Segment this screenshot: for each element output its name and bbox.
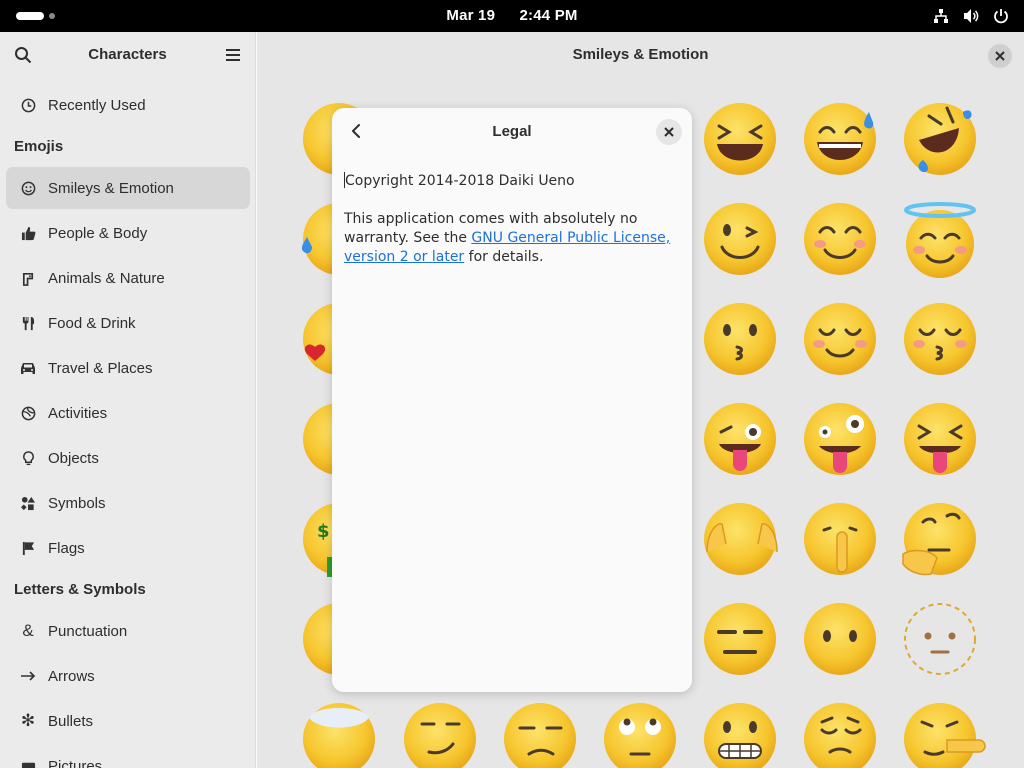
sidebar: Characters Recently Used Emojis Smileys … xyxy=(0,32,256,768)
svg-text:$: $ xyxy=(317,521,330,542)
sidebar-item-label: Punctuation xyxy=(48,622,128,640)
dialog-close-button[interactable] xyxy=(656,119,682,145)
thumbs-up-icon xyxy=(20,225,36,241)
legal-text[interactable]: Copyright 2014-2018 Daiki Ueno This appl… xyxy=(344,172,680,286)
copyright-text: Copyright 2014-2018 Daiki Ueno xyxy=(345,173,575,189)
sidebar-item-label: Pictures xyxy=(48,757,103,768)
car-icon xyxy=(20,360,36,376)
bullet-icon: ✻ xyxy=(20,711,36,730)
sidebar-item-label: People & Body xyxy=(48,224,148,242)
sidebar-item-label: Smileys & Emotion xyxy=(48,179,174,197)
emoji-halo[interactable] xyxy=(904,202,976,278)
activities-icon xyxy=(20,405,36,421)
sidebar-item-label: Travel & Places xyxy=(48,359,153,377)
emoji-smirking[interactable] xyxy=(404,703,476,768)
sidebar-item-label: Bullets xyxy=(48,712,94,730)
sidebar-item-animals-nature[interactable]: Animals & Nature xyxy=(6,257,250,299)
section-emojis: Emojis xyxy=(14,138,64,155)
emoji-grinning-sweat[interactable] xyxy=(804,103,876,175)
emoji-unamused[interactable] xyxy=(504,703,576,768)
sidebar-item-travel-places[interactable]: Travel & Places xyxy=(6,347,250,389)
warranty-suffix: for details. xyxy=(464,249,544,265)
emoji-winking-tongue[interactable] xyxy=(704,403,776,475)
sidebar-item-food-drink[interactable]: Food & Drink xyxy=(6,302,250,344)
sidebar-item-label: Food & Drink xyxy=(48,314,136,332)
emoji-thinking[interactable] xyxy=(902,503,976,576)
emoji-winking[interactable] xyxy=(704,203,776,275)
sidebar-item-flags[interactable]: Flags xyxy=(6,527,250,569)
emoji-zany[interactable] xyxy=(804,403,876,475)
sidebar-item-punctuation[interactable]: & Punctuation xyxy=(6,610,250,652)
hamburger-menu-icon[interactable] xyxy=(225,47,241,63)
power-icon[interactable] xyxy=(992,7,1010,25)
sidebar-header: Characters xyxy=(0,32,255,78)
emoji-smiling-face[interactable] xyxy=(804,303,876,375)
sidebar-item-label: Recently Used xyxy=(48,96,146,114)
emoji-exploding-partial[interactable] xyxy=(303,703,375,768)
emoji-squinting-tongue[interactable] xyxy=(904,403,976,475)
emoji-dotted-face[interactable] xyxy=(904,603,976,675)
arrow-icon xyxy=(20,668,36,684)
emoji-expressionless[interactable] xyxy=(704,603,776,675)
sidebar-item-arrows[interactable]: Arrows xyxy=(6,655,250,697)
dialog-title: Legal xyxy=(492,123,532,140)
ampersand-icon: & xyxy=(22,621,34,640)
legal-dialog: Legal Copyright 2014-2018 Daiki Ueno Thi… xyxy=(332,108,692,692)
emoji-lying[interactable] xyxy=(904,703,986,768)
sidebar-item-label: Flags xyxy=(48,539,85,557)
emoji-kissing-closed-eyes[interactable] xyxy=(904,303,976,375)
section-letters-symbols: Letters & Symbols xyxy=(14,581,146,598)
date-label: Mar 19 xyxy=(446,7,496,24)
emoji-eye-roll[interactable] xyxy=(604,703,676,768)
lightbulb-icon xyxy=(20,450,36,466)
sidebar-item-recently-used[interactable]: Recently Used xyxy=(6,84,250,126)
emoji-laughing-squint[interactable] xyxy=(704,103,776,175)
sidebar-item-bullets[interactable]: ✻ Bullets xyxy=(6,700,250,742)
emoji-no-mouth[interactable] xyxy=(804,603,876,675)
sidebar-item-label: Animals & Nature xyxy=(48,269,165,287)
sidebar-title: Characters xyxy=(88,46,167,63)
smiley-icon xyxy=(20,180,36,196)
emoji-relieved[interactable] xyxy=(804,703,876,768)
emoji-grimacing[interactable] xyxy=(704,703,776,768)
sidebar-item-label: Arrows xyxy=(48,667,95,685)
volume-icon[interactable] xyxy=(962,7,980,25)
system-tray[interactable] xyxy=(932,7,1010,25)
sidebar-item-label: Symbols xyxy=(48,494,106,512)
emoji-shushing[interactable] xyxy=(804,503,876,575)
symbols-icon xyxy=(20,495,36,511)
clock-icon xyxy=(20,97,36,113)
flag-icon xyxy=(20,540,36,556)
sidebar-item-objects[interactable]: Objects xyxy=(6,437,250,479)
top-bar: Mar 19 2:44 PM xyxy=(0,0,1024,32)
food-icon xyxy=(20,315,36,331)
emoji-kissing[interactable] xyxy=(704,303,776,375)
sidebar-item-smileys-emotion[interactable]: Smileys & Emotion xyxy=(6,167,250,209)
pictures-icon xyxy=(20,758,36,768)
sidebar-item-pictures[interactable]: Pictures xyxy=(6,745,250,768)
sidebar-item-people-body[interactable]: People & Body xyxy=(6,212,250,254)
clock[interactable]: Mar 19 2:44 PM xyxy=(0,7,1024,24)
sidebar-item-symbols[interactable]: Symbols xyxy=(6,482,250,524)
sidebar-item-activities[interactable]: Activities xyxy=(6,392,250,434)
animals-icon xyxy=(20,270,36,286)
emoji-smiling-eyes[interactable] xyxy=(804,203,876,275)
emoji-rofl[interactable] xyxy=(904,103,976,175)
close-icon xyxy=(664,127,674,137)
emoji-hand-over-mouth[interactable] xyxy=(704,503,778,575)
sidebar-item-label: Activities xyxy=(48,404,108,422)
time-label: 2:44 PM xyxy=(519,7,578,24)
sidebar-item-label: Objects xyxy=(48,449,99,467)
network-icon[interactable] xyxy=(932,7,950,25)
